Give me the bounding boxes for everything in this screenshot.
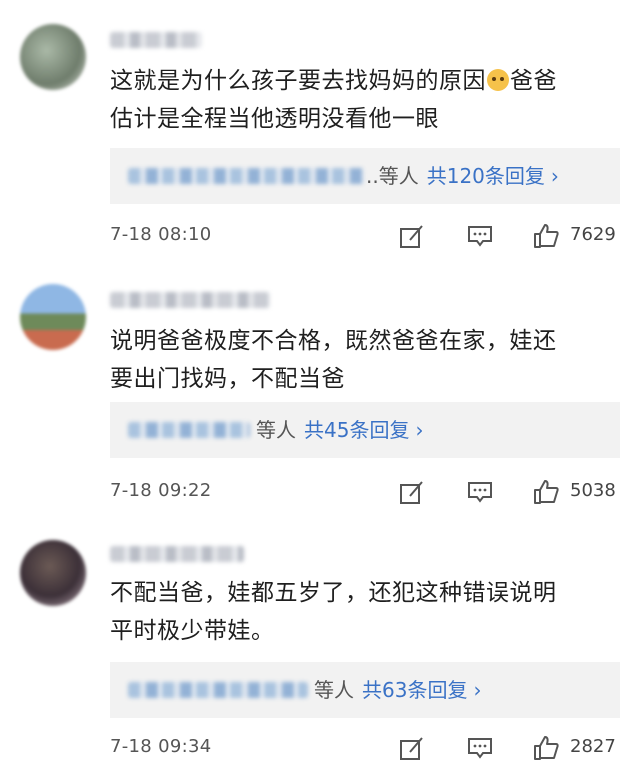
comment-text: 不配当爸，娃都五岁了，还犯这种错误说明 平时极少带娃。 [110,580,557,644]
comment-time: 7-18 08:10 [110,224,212,245]
comment-footer: 7-18 09:22 5038 [110,478,620,510]
edit-icon[interactable] [398,734,426,762]
like-count: 2827 [570,736,616,757]
comment-footer: 7-18 08:10 7629 [110,222,620,254]
chevron-right-icon: › [550,164,559,188]
comment-icon[interactable] [466,734,494,762]
reply-usernames [128,168,364,184]
thumbs-up-icon[interactable] [532,478,560,506]
reply-names-suffix: 等人 [256,418,296,442]
reply-usernames [128,422,250,438]
comment-text: 这就是为什么孩子要去找妈妈的原因 爸爸 估计是全程当他透明没看他一眼 [110,68,557,132]
thumbs-up-icon[interactable] [532,734,560,762]
reply-names-suffix: 等人 [314,678,354,702]
avatar[interactable] [20,284,86,350]
reply-count-link[interactable]: 共120条回复 [427,164,545,188]
reply-summary[interactable]: 等人 共63条回复 › [110,662,620,718]
username[interactable] [110,292,270,308]
like-count: 5038 [570,480,616,501]
comment-icon[interactable] [466,478,494,506]
comment-time: 7-18 09:34 [110,736,212,757]
comment-icon[interactable] [466,222,494,250]
chevron-right-icon: › [473,678,482,702]
reply-count-link[interactable]: 共45条回复 [304,418,409,442]
username[interactable] [110,546,244,562]
like-count: 7629 [570,224,616,245]
edit-icon[interactable] [398,222,426,250]
chevron-right-icon: › [415,418,424,442]
comment-item: 说明爸爸极度不合格，既然爸爸在家，娃还 要出门找妈，不配当爸 等人 共45条回复 ›… [0,260,640,520]
reply-summary[interactable]: 等人 共45条回复 › [110,402,620,458]
comment-text: 说明爸爸极度不合格，既然爸爸在家，娃还 要出门找妈，不配当爸 [110,328,557,392]
comment-item: 不配当爸，娃都五岁了，还犯这种错误说明 平时极少带娃。 等人 共63条回复 › 7-… [0,520,640,776]
thumbs-up-icon[interactable] [532,222,560,250]
comment-time: 7-18 09:22 [110,480,212,501]
reply-count-link[interactable]: 共63条回复 [362,678,467,702]
comment-footer: 7-18 09:34 2827 [110,734,620,766]
avatar[interactable] [20,540,86,606]
reply-usernames [128,682,308,698]
avatar[interactable] [20,24,86,90]
comment-item: 这就是为什么孩子要去找妈妈的原因 爸爸 估计是全程当他透明没看他一眼 ..等人 共1… [0,0,640,260]
edit-icon[interactable] [398,478,426,506]
doge-emoji-icon [487,69,509,91]
username[interactable] [110,32,202,48]
reply-summary[interactable]: ..等人 共120条回复 › [110,148,620,204]
reply-names-suffix: ..等人 [366,164,419,188]
